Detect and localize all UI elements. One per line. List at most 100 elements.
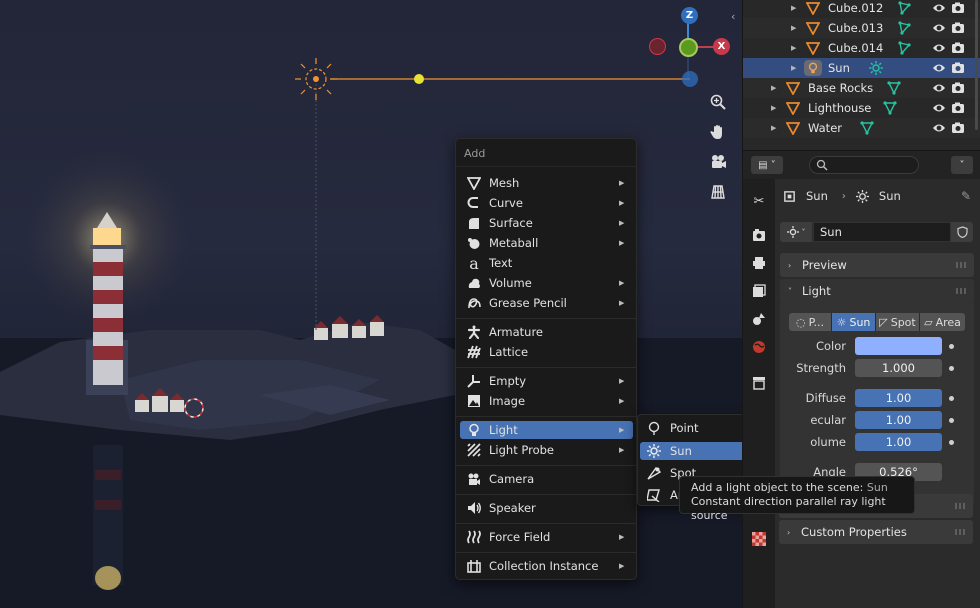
mesh-data-icon[interactable] <box>883 101 897 115</box>
gizmo-x-axis[interactable]: X <box>713 38 730 55</box>
keyframe-dot-icon[interactable] <box>949 344 954 349</box>
light-panel-header[interactable]: ˅ Light <box>780 279 974 303</box>
visibility-eye-icon[interactable] <box>932 41 946 55</box>
light-color-swatch[interactable] <box>855 337 942 355</box>
tab-view-layer[interactable] <box>749 281 769 301</box>
gizmo-y-axis[interactable] <box>679 38 698 57</box>
camera-view-button[interactable] <box>705 149 731 175</box>
visibility-eye-icon[interactable] <box>932 121 946 135</box>
menu-item-volume[interactable]: Volume ▶ <box>460 274 633 292</box>
render-camera-icon[interactable] <box>951 121 965 135</box>
drag-grip-icon[interactable] <box>956 288 966 294</box>
expand-arrow-icon[interactable]: ▶ <box>771 124 776 132</box>
expand-arrow-icon[interactable]: ▶ <box>791 44 796 52</box>
visibility-eye-icon[interactable] <box>932 101 946 115</box>
render-camera-icon[interactable] <box>951 61 965 75</box>
options-dropdown-button[interactable]: ˅ <box>951 156 973 174</box>
outliner-row-sun[interactable]: ▶ Sun <box>743 58 980 78</box>
tab-collection[interactable] <box>749 373 769 393</box>
keyframe-dot-icon[interactable] <box>949 440 954 445</box>
pan-button[interactable] <box>705 119 731 145</box>
visibility-eye-icon[interactable] <box>932 81 946 95</box>
light-datablock-name-field[interactable]: Sun <box>813 222 951 242</box>
menu-item-force-field[interactable]: Force Field ▶ <box>460 528 633 546</box>
tab-tool[interactable]: ✂ <box>749 191 769 211</box>
light-type-sun[interactable]: ☼ Sun <box>831 313 875 331</box>
menu-item-image[interactable]: Image ▶ <box>460 392 633 410</box>
outliner-row-lighthouse[interactable]: ▶ Lighthouse <box>743 98 980 118</box>
tab-world[interactable] <box>749 337 769 357</box>
expand-arrow-icon[interactable]: ▶ <box>771 84 776 92</box>
fake-user-button[interactable] <box>951 222 973 242</box>
sun-data-icon[interactable] <box>869 61 883 75</box>
expand-arrow-icon[interactable]: ▶ <box>791 64 796 72</box>
menu-item-lattice[interactable]: Lattice <box>460 343 633 361</box>
menu-item-light[interactable]: Light ▶ <box>460 421 633 439</box>
render-camera-icon[interactable] <box>951 101 965 115</box>
visibility-eye-icon[interactable] <box>932 61 946 75</box>
properties-search-input[interactable] <box>809 156 919 174</box>
keyframe-dot-icon[interactable] <box>949 366 954 371</box>
light-type-point[interactable]: ◌ P... <box>789 313 831 331</box>
render-camera-icon[interactable] <box>951 81 965 95</box>
menu-item-light-probe[interactable]: Light Probe ▶ <box>460 441 633 459</box>
strength-field[interactable]: 1.000 <box>855 359 942 377</box>
menu-item-camera[interactable]: Camera <box>460 470 633 488</box>
menu-item-surface[interactable]: Surface ▶ <box>460 214 633 232</box>
drag-grip-icon[interactable] <box>955 529 965 535</box>
light-datablock-type-button[interactable]: ˅ <box>780 222 812 242</box>
mesh-data-icon[interactable] <box>898 41 912 55</box>
zoom-button[interactable] <box>705 89 731 115</box>
visibility-eye-icon[interactable] <box>932 21 946 35</box>
drag-grip-icon[interactable] <box>956 262 966 268</box>
menu-item-armature[interactable]: Armature <box>460 323 633 341</box>
specular-field[interactable]: 1.00 <box>855 411 942 429</box>
menu-item-metaball[interactable]: Metaball ▶ <box>460 234 633 252</box>
tab-texture[interactable] <box>749 529 769 549</box>
tab-render[interactable] <box>749 225 769 245</box>
volume-field[interactable]: 1.00 <box>855 433 942 451</box>
menu-item-text[interactable]: a Text <box>460 254 633 273</box>
outliner-scrollbar[interactable] <box>975 0 978 130</box>
menu-item-grease-pencil[interactable]: Grease Pencil ▶ <box>460 294 633 312</box>
ortho-toggle-button[interactable] <box>705 179 731 205</box>
diffuse-field[interactable]: 1.00 <box>855 389 942 407</box>
menu-item-speaker[interactable]: Speaker <box>460 499 633 517</box>
tab-output[interactable] <box>749 253 769 273</box>
custom-properties-panel-header[interactable]: › Custom Properties <box>779 520 973 544</box>
collapse-arrow-icon[interactable]: ‹ <box>731 10 735 23</box>
menu-item-mesh[interactable]: Mesh ▶ <box>460 174 633 192</box>
gizmo-neg-z-axis[interactable] <box>682 71 698 87</box>
menu-item-empty[interactable]: Empty ▶ <box>460 372 633 390</box>
mesh-data-icon[interactable] <box>898 1 912 15</box>
light-type-area[interactable]: ▱ Area <box>919 313 965 331</box>
render-camera-icon[interactable] <box>951 21 965 35</box>
menu-item-collection-instance[interactable]: Collection Instance ▶ <box>460 557 633 575</box>
outliner-row-cube-013[interactable]: ▶ Cube.013 <box>743 18 980 38</box>
expand-arrow-icon[interactable]: ▶ <box>791 24 796 32</box>
outliner-row-cube-012[interactable]: ▶ Cube.012 <box>743 0 980 18</box>
mesh-data-icon[interactable] <box>860 121 874 135</box>
drag-grip-icon[interactable] <box>955 503 965 509</box>
outliner-row-base-rocks[interactable]: ▶ Base Rocks <box>743 78 980 98</box>
render-camera-icon[interactable] <box>951 41 965 55</box>
expand-arrow-icon[interactable]: ▶ <box>791 4 796 12</box>
keyframe-dot-icon[interactable] <box>949 418 954 423</box>
light-type-spot[interactable]: ◸ Spot <box>875 313 919 331</box>
outliner-row-water[interactable]: ▶ Water <box>743 118 980 138</box>
expand-arrow-icon[interactable]: ▶ <box>771 104 776 112</box>
editor-type-dropdown[interactable]: ▤ ˅ <box>751 156 783 174</box>
gizmo-z-axis[interactable]: Z <box>681 7 698 24</box>
keyframe-dot-icon[interactable] <box>949 396 954 401</box>
tab-scene[interactable] <box>749 309 769 329</box>
visibility-eye-icon[interactable] <box>932 1 946 15</box>
mesh-object-icon <box>806 2 820 15</box>
mesh-data-icon[interactable] <box>887 81 901 95</box>
outliner-row-cube-014[interactable]: ▶ Cube.014 <box>743 38 980 58</box>
gizmo-neg-x-axis[interactable] <box>649 38 666 55</box>
preview-panel-header[interactable]: › Preview <box>780 253 974 277</box>
render-camera-icon[interactable] <box>951 1 965 15</box>
menu-item-curve[interactable]: Curve ▶ <box>460 194 633 212</box>
mesh-data-icon[interactable] <box>898 21 912 35</box>
pin-icon[interactable]: ✎ <box>961 189 971 203</box>
